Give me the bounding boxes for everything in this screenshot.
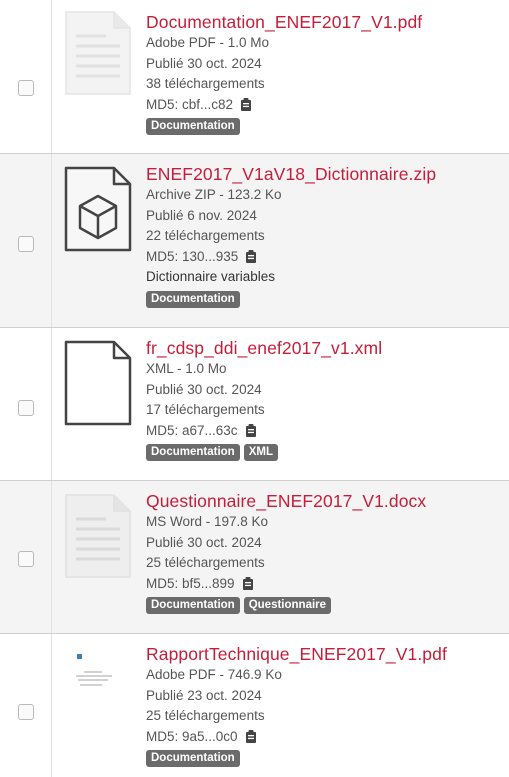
published-date: Publié 6 nov. 2024 xyxy=(146,207,257,223)
tag-xml[interactable]: XML xyxy=(243,444,278,461)
published-date: Publié 30 oct. 2024 xyxy=(146,55,262,71)
file-type: MS Word - 197.8 Ko xyxy=(146,514,269,529)
resource-link[interactable]: RapportTechnique_ENEF2017_V1.pdf xyxy=(146,644,503,665)
document-page-icon xyxy=(62,10,138,101)
md5-row: MD5: bf5...899 xyxy=(146,574,503,595)
tag-documentation[interactable]: Documentation xyxy=(146,290,240,308)
archive-box-icon xyxy=(62,166,138,257)
tag-documentation[interactable]: Documentation xyxy=(146,597,240,614)
resource-link[interactable]: Questionnaire_ENEF2017_V1.docx xyxy=(146,491,503,512)
resource-row: RapportTechnique_ENEF2017_V1.pdf Adobe P… xyxy=(0,633,509,777)
md5-row: MD5: 130...935 xyxy=(146,247,503,268)
report-preview-thumbnail xyxy=(62,644,138,709)
file-type: XML - 1.0 Mo xyxy=(146,361,227,376)
download-count: 25 téléchargements xyxy=(146,555,265,570)
download-count: 17 téléchargements xyxy=(146,402,265,417)
md5-hash: MD5: cbf...c82 xyxy=(146,96,234,112)
clipboard-copy-icon[interactable] xyxy=(245,424,257,438)
clipboard-copy-icon[interactable] xyxy=(245,730,257,744)
select-checkbox[interactable] xyxy=(18,80,34,96)
select-checkbox[interactable] xyxy=(18,400,34,416)
published-date: Publié 30 oct. 2024 xyxy=(146,381,262,397)
file-type: Adobe PDF - 1.0 Mo xyxy=(146,35,270,50)
md5-row: MD5: a67...63c xyxy=(146,421,503,442)
document-page-icon xyxy=(62,493,138,584)
tag-list: Documentation xyxy=(146,290,503,308)
tag-documentation[interactable]: Documentation xyxy=(146,118,240,135)
download-count: 22 téléchargements xyxy=(146,228,265,243)
file-type: Archive ZIP - 123.2 Ko xyxy=(146,187,282,202)
md5-hash: MD5: 130...935 xyxy=(146,248,239,264)
download-count: 38 téléchargements xyxy=(146,76,265,91)
blank-file-icon xyxy=(62,340,138,431)
select-checkbox[interactable] xyxy=(18,551,34,567)
resource-description: Dictionnaire variables xyxy=(146,269,276,284)
tag-documentation[interactable]: Documentation xyxy=(146,750,240,767)
tag-list: Documentation XML xyxy=(146,444,503,461)
select-checkbox[interactable] xyxy=(18,704,34,720)
clipboard-copy-icon[interactable] xyxy=(240,98,252,112)
resource-link[interactable]: ENEF2017_V1aV18_Dictionnaire.zip xyxy=(146,164,503,185)
md5-row: MD5: cbf...c82 xyxy=(146,95,503,116)
file-type: Adobe PDF - 746.9 Ko xyxy=(146,667,282,682)
tag-list: Documentation xyxy=(146,118,503,135)
clipboard-copy-icon[interactable] xyxy=(242,577,254,591)
resource-row: Questionnaire_ENEF2017_V1.docx MS Word -… xyxy=(0,480,509,633)
select-checkbox[interactable] xyxy=(18,236,34,252)
resource-row: fr_cdsp_ddi_enef2017_v1.xml XML - 1.0 Mo… xyxy=(0,327,509,480)
clipboard-copy-icon[interactable] xyxy=(245,250,257,264)
md5-hash: MD5: a67...63c xyxy=(146,422,238,438)
md5-hash: MD5: 9a5...0c0 xyxy=(146,728,238,744)
tag-list: Documentation Questionnaire xyxy=(146,597,503,614)
resource-link[interactable]: fr_cdsp_ddi_enef2017_v1.xml xyxy=(146,338,503,359)
md5-row: MD5: 9a5...0c0 xyxy=(146,727,503,748)
resource-link[interactable]: Documentation_ENEF2017_V1.pdf xyxy=(146,12,503,33)
resource-list: Documentation_ENEF2017_V1.pdf Adobe PDF … xyxy=(0,0,509,777)
tag-list: Documentation xyxy=(146,750,503,767)
tag-documentation[interactable]: Documentation xyxy=(146,444,240,461)
published-date: Publié 30 oct. 2024 xyxy=(146,534,262,550)
download-count: 25 téléchargements xyxy=(146,708,265,723)
resource-row: ENEF2017_V1aV18_Dictionnaire.zip Archive… xyxy=(0,153,509,327)
md5-hash: MD5: bf5...899 xyxy=(146,575,235,591)
resource-row: Documentation_ENEF2017_V1.pdf Adobe PDF … xyxy=(0,0,509,153)
tag-questionnaire[interactable]: Questionnaire xyxy=(243,597,332,614)
published-date: Publié 23 oct. 2024 xyxy=(146,687,262,703)
